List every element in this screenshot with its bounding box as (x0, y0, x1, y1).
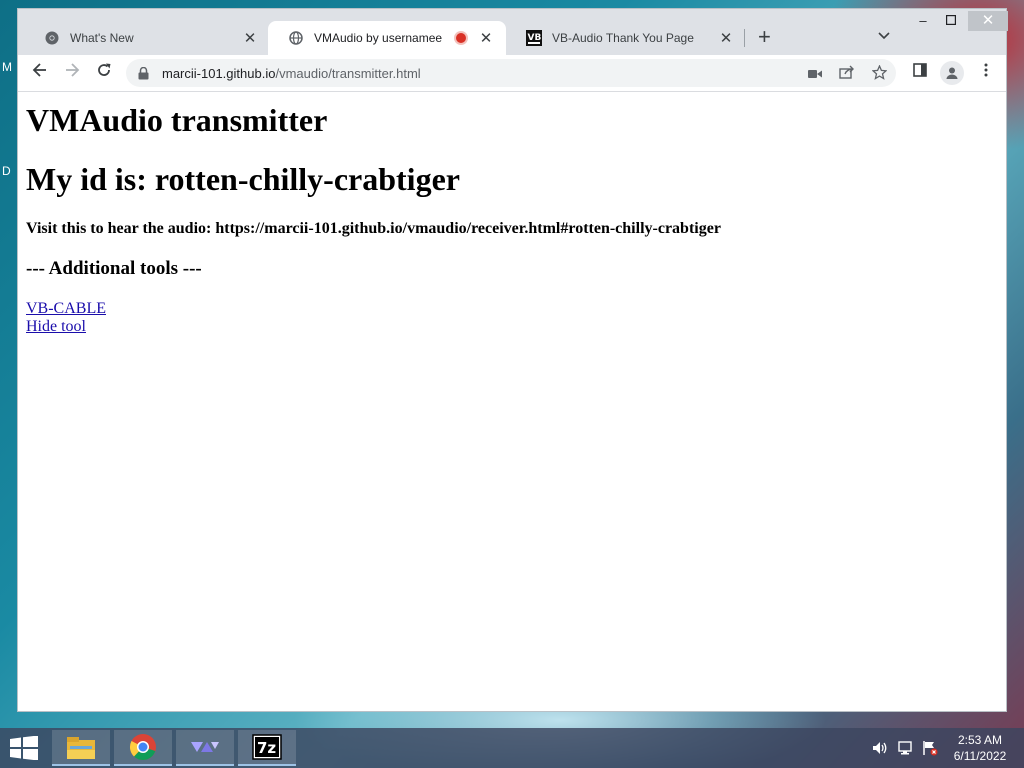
tab-vb-audio[interactable]: VB VB-Audio Thank You Page ✕ (506, 21, 746, 55)
vmaudio-app-icon[interactable] (176, 730, 234, 766)
lock-icon[interactable] (138, 66, 152, 80)
network-icon[interactable] (898, 740, 914, 759)
side-panel-icon[interactable] (910, 63, 930, 83)
globe-icon (288, 30, 304, 46)
page-title: VMAudio transmitter (26, 102, 328, 138)
volume-icon[interactable] (872, 740, 888, 759)
profile-avatar-icon[interactable] (940, 61, 964, 85)
tools-heading: --- Additional tools --- (26, 258, 202, 279)
page-content: VMAudio transmitter My id is: rotten-chi… (18, 92, 1006, 711)
bookmark-star-icon[interactable] (870, 64, 888, 83)
start-button[interactable] (10, 735, 38, 761)
close-tab-icon[interactable]: ✕ (478, 29, 494, 47)
url-path: /vmaudio/transmitter.html (275, 65, 421, 81)
back-button[interactable] (28, 61, 52, 85)
vb-audio-logo-icon: VB (526, 30, 542, 46)
tools-links: VB-CABLE Hide tool (26, 300, 998, 336)
svg-text:VB: VB (528, 33, 542, 43)
clock-time: 2:53 AM (957, 733, 1003, 747)
address-bar[interactable]: marcii-101.github.io/vmaudio/transmitter… (126, 59, 896, 87)
tab-title: VB-Audio Thank You Page (552, 31, 694, 45)
vb-cable-link[interactable]: VB-CABLE (26, 300, 998, 318)
clock-date: 6/11/2022 (953, 749, 1007, 763)
tab-title: What's New (70, 31, 134, 45)
tab-separator (744, 29, 745, 47)
url-host: marcii-101.github.io (162, 65, 276, 81)
share-icon[interactable] (838, 65, 856, 83)
forward-button[interactable] (60, 61, 84, 85)
minimize-button[interactable]: – (908, 11, 938, 31)
chrome-taskbar-icon[interactable] (114, 730, 172, 766)
system-clock[interactable]: 2:53 AM 6/11/2022 (944, 732, 1016, 764)
maximize-button[interactable] (936, 11, 966, 31)
tab-whats-new[interactable]: What's New ✕ (24, 21, 270, 55)
svg-text:7z: 7z (257, 739, 276, 757)
id-heading: My id is: rotten-chilly-crabtiger (26, 161, 460, 197)
action-center-flag-icon[interactable] (922, 740, 938, 759)
7zip-icon[interactable]: 7z (238, 730, 296, 766)
chrome-icon (44, 30, 60, 46)
close-window-button[interactable]: ✕ (968, 11, 1008, 31)
new-tab-button[interactable]: + (758, 25, 771, 49)
close-tab-icon[interactable]: ✕ (718, 29, 734, 47)
url-text: marcii-101.github.io/vmaudio/transmitter… (162, 66, 421, 81)
tab-strip: What's New ✕ VMAudio by usernamee ✕ VB V… (18, 9, 1008, 55)
close-tab-icon[interactable]: ✕ (242, 29, 258, 47)
tab-search-chevron-icon[interactable] (878, 29, 890, 43)
recording-indicator-icon (454, 31, 468, 45)
visit-instructions: Visit this to hear the audio: https://ma… (26, 220, 721, 237)
camera-icon[interactable] (806, 65, 824, 83)
reload-button[interactable] (92, 61, 116, 85)
desktop-icon-label-m[interactable]: M (2, 60, 12, 74)
browser-window: What's New ✕ VMAudio by usernamee ✕ VB V… (17, 8, 1008, 712)
file-explorer-icon[interactable] (52, 730, 110, 766)
tab-title: VMAudio by usernamee (314, 31, 443, 45)
hide-tool-link[interactable]: Hide tool (26, 318, 998, 336)
menu-kebab-icon[interactable] (976, 63, 996, 83)
taskbar: 7z 2:53 AM 6/11/2022 (0, 728, 1024, 768)
toolbar: marcii-101.github.io/vmaudio/transmitter… (18, 55, 1006, 92)
tab-vmaudio[interactable]: VMAudio by usernamee ✕ (268, 21, 506, 55)
desktop-icon-label-d[interactable]: D (2, 164, 11, 178)
